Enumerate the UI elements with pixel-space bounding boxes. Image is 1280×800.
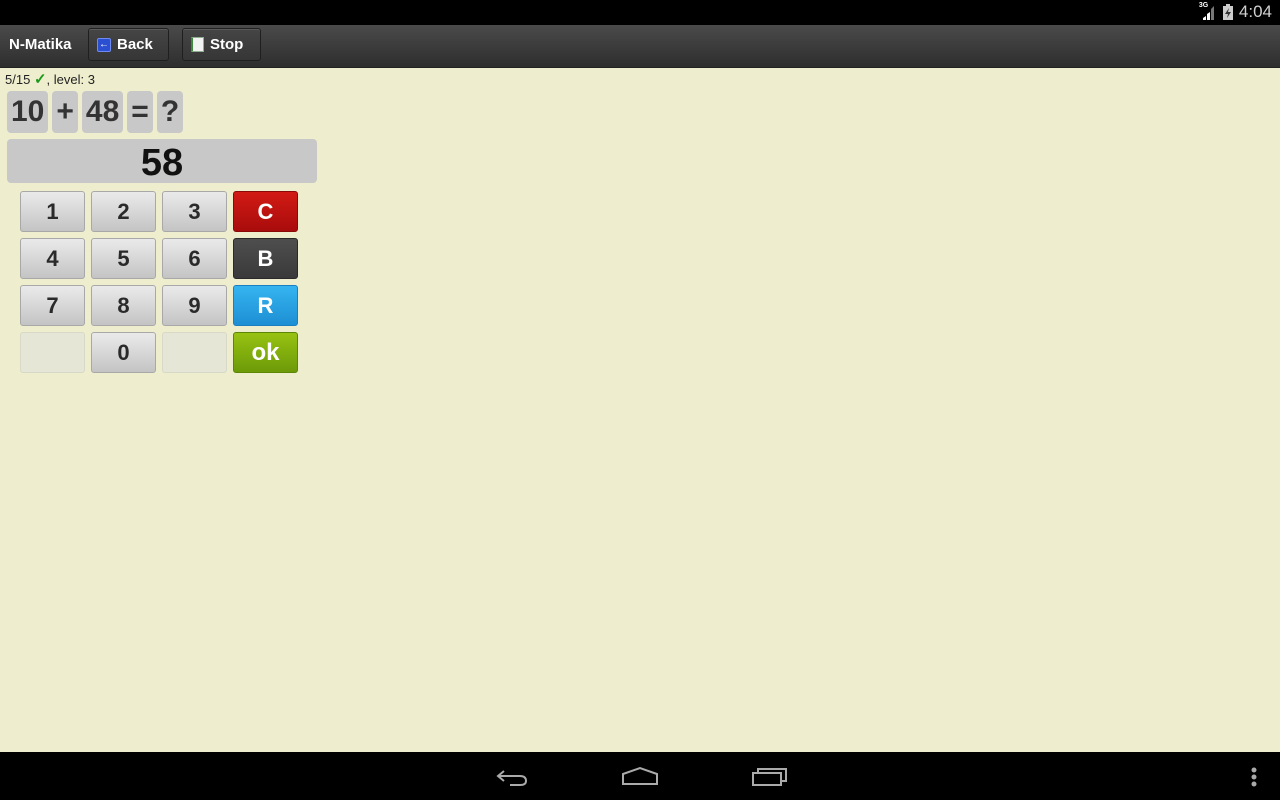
answer-display: 58 <box>7 139 317 184</box>
notebook-icon <box>191 37 204 52</box>
signal-icon: 3G <box>1199 2 1217 21</box>
nav-home-icon[interactable] <box>620 760 660 792</box>
back-arrow-icon: ← <box>97 37 111 52</box>
empty-key-left <box>20 332 85 373</box>
nav-back-icon[interactable] <box>494 760 530 792</box>
ok-button[interactable]: ok <box>233 332 298 373</box>
progress-status: 5/15 ✓, level: 3 <box>5 70 95 88</box>
progress-count: 5/15 <box>5 72 31 87</box>
clock: 4:04 <box>1238 2 1272 21</box>
app-title: N-Matika <box>9 36 72 53</box>
clear-button[interactable]: C <box>233 191 298 232</box>
key-0[interactable]: 0 <box>91 332 156 373</box>
stop-button-label: Stop <box>210 36 244 53</box>
action-bar: N-Matika ← Back Stop <box>0 25 1280 68</box>
keypad: 1 2 3 C 4 5 6 B 7 8 9 R 0 ok <box>20 191 298 373</box>
nav-recent-apps-icon[interactable] <box>750 760 790 792</box>
operator: + <box>52 91 78 133</box>
level-text: , level: 3 <box>46 72 95 87</box>
reset-button[interactable]: R <box>233 285 298 326</box>
battery-charging-icon <box>1222 4 1233 20</box>
key-7[interactable]: 7 <box>20 285 85 326</box>
equals-sign: = <box>127 91 153 133</box>
key-8[interactable]: 8 <box>91 285 156 326</box>
key-2[interactable]: 2 <box>91 191 156 232</box>
back-button-label: Back <box>117 36 153 53</box>
back-button[interactable]: ← Back <box>88 28 169 61</box>
operand-1: 10 <box>7 91 49 133</box>
equation: 10 + 48 = ? <box>7 91 184 133</box>
empty-key-right <box>162 332 227 373</box>
check-icon: ✓ <box>33 71 47 88</box>
status-icons: 3G 4:04 <box>1199 2 1272 22</box>
overflow-menu-icon[interactable] <box>1246 760 1262 792</box>
navigation-bar <box>0 752 1280 800</box>
key-9[interactable]: 9 <box>162 285 227 326</box>
backspace-button[interactable]: B <box>233 238 298 279</box>
key-3[interactable]: 3 <box>162 191 227 232</box>
key-6[interactable]: 6 <box>162 238 227 279</box>
key-4[interactable]: 4 <box>20 238 85 279</box>
key-5[interactable]: 5 <box>91 238 156 279</box>
stop-button[interactable]: Stop <box>182 28 261 61</box>
status-bar: 3G 4:04 <box>0 0 1280 25</box>
operand-2: 48 <box>81 91 124 133</box>
key-1[interactable]: 1 <box>20 191 85 232</box>
unknown-result: ? <box>156 91 184 133</box>
